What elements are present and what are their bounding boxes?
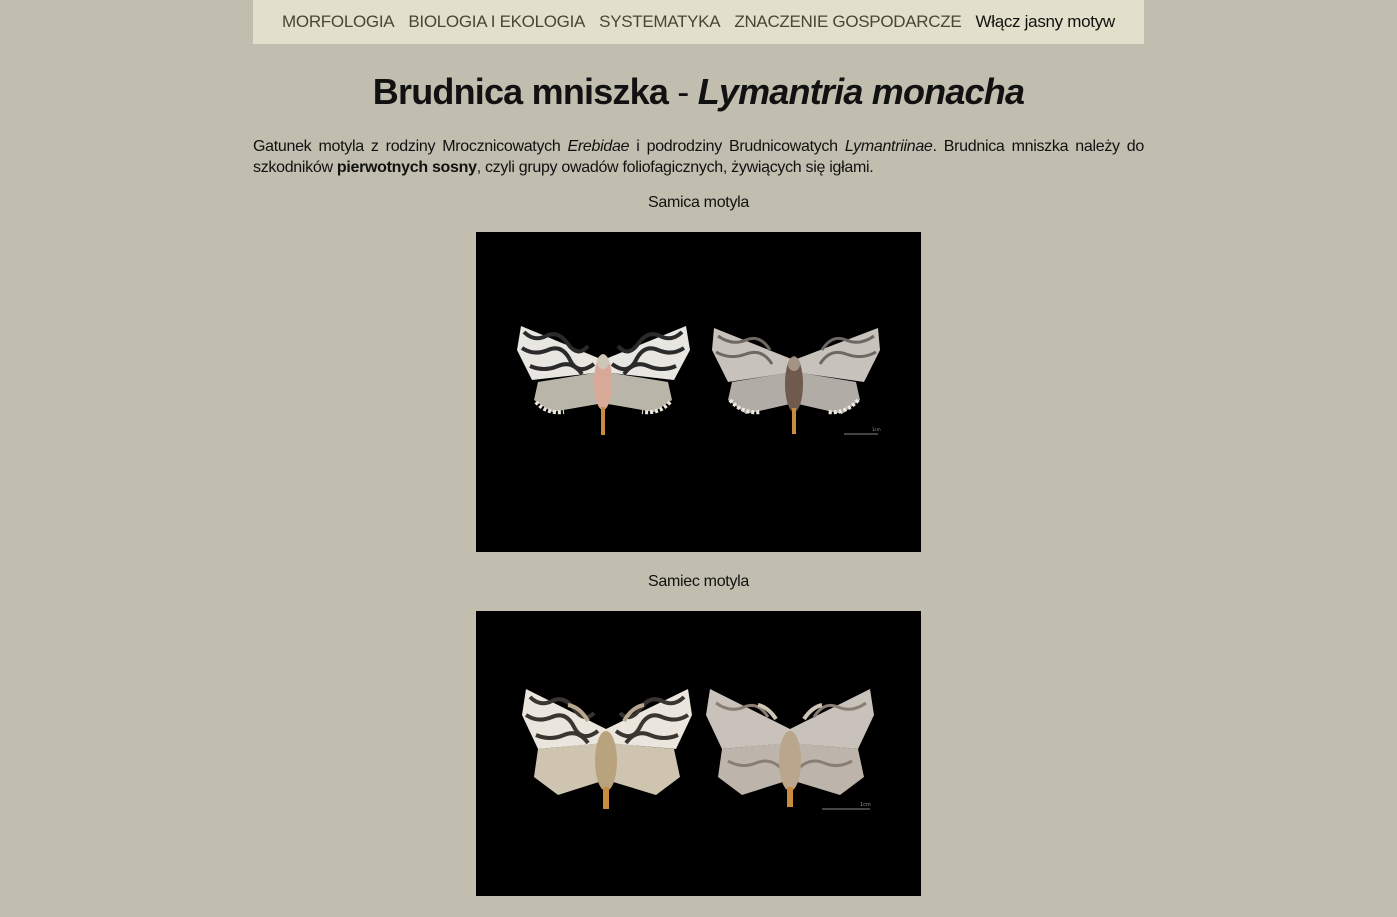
nav-biologia-i-ekologia[interactable]: BIOLOGIA I EKOLOGIA	[408, 12, 585, 32]
page-title: Brudnica mniszka - Lymantria monacha	[253, 70, 1144, 114]
theme-toggle-button[interactable]: Włącz jasny motyw	[975, 12, 1115, 32]
male-moth-photo: 1cm	[476, 611, 921, 896]
top-navigation: MORFOLOGIA BIOLOGIA I EKOLOGIA SYSTEMATY…	[253, 0, 1144, 44]
title-common-name: Brudnica mniszka	[372, 71, 669, 112]
female-moth-illustration: 1cm	[517, 326, 881, 435]
female-caption: Samica motyla	[647, 194, 750, 211]
nav-systematyka[interactable]: SYSTEMATYKA	[599, 12, 720, 32]
title-separator: -	[677, 71, 689, 112]
female-scale-label: 1cm	[872, 427, 881, 432]
intro-family-latin: Erebidae	[567, 138, 630, 155]
intro-bold-term: pierwotnych sosny	[336, 159, 477, 176]
title-latin-name: Lymantria monacha	[697, 71, 1025, 112]
male-moth-dorsal	[522, 689, 692, 809]
male-scale-label: 1cm	[860, 802, 871, 808]
intro-text-1: Gatunek motyla z rodziny Mrocznicowatych	[253, 138, 568, 155]
nav-znaczenie-gospodarcze[interactable]: ZNACZENIE GOSPODARCZE	[734, 12, 961, 32]
male-moth-illustration: 1cm	[522, 689, 874, 810]
male-caption: Samiec motyla	[647, 573, 750, 590]
intro-text-4: , czyli grupy owadów foliofagicznych, ży…	[476, 159, 874, 176]
female-moth-dorsal	[517, 326, 690, 435]
male-moth-ventral	[706, 689, 874, 807]
nav-morfologia[interactable]: MORFOLOGIA	[282, 12, 395, 32]
intro-paragraph: Gatunek motyla z rodziny Mrocznicowatych…	[253, 136, 1144, 178]
female-moth-ventral	[712, 328, 880, 434]
page-container: MORFOLOGIA BIOLOGIA I EKOLOGIA SYSTEMATY…	[253, 0, 1144, 896]
female-moth-photo: 1cm	[476, 232, 921, 552]
intro-text-2: i podrodziny Brudnicowatych	[629, 138, 845, 155]
intro-subfamily-latin: Lymantriinae	[844, 138, 933, 155]
